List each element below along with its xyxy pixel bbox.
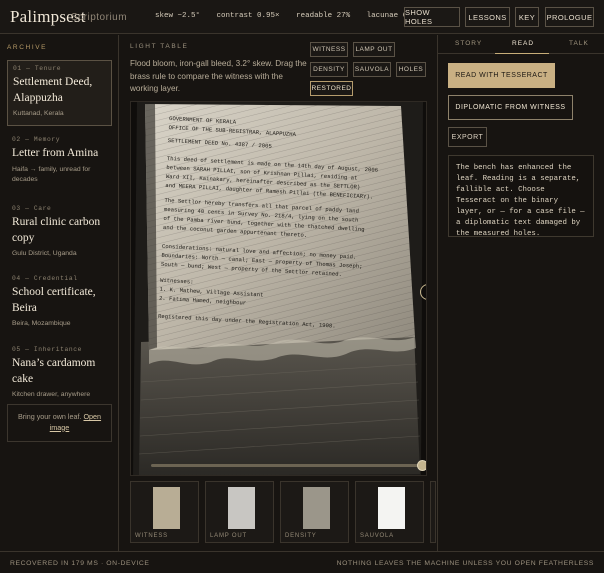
thumb-label: H [435, 533, 436, 539]
thumb-page [378, 487, 405, 529]
archive-item-school-certificate[interactable]: 04 — Credential School certificate, Beir… [7, 275, 112, 329]
byo-text: Bring your own leaf. [17, 412, 82, 421]
archive-label: ARCHIVE [7, 44, 48, 51]
read-with-tesseract-button[interactable]: READ WITH TESSERACT [448, 63, 555, 88]
item-kicker: 01 — Tenure [13, 65, 62, 72]
stat-readable: readable 27% [296, 12, 351, 20]
item-title: Nana’s cardamom cake [12, 357, 96, 385]
status-privacy: NOTHING LEAVES THE MACHINE UNLESS YOU OP… [336, 560, 594, 567]
item-kicker: 04 — Credential [12, 275, 78, 282]
archive-item-settlement-deed[interactable]: 01 — Tenure Settlement Deed, Alappuzha K… [7, 60, 112, 126]
thumb-label: LAMP OUT [210, 533, 247, 539]
active-tab-indicator [495, 53, 549, 54]
item-kicker: 05 — Inheritance [12, 346, 83, 353]
brass-rule-handle[interactable] [417, 460, 426, 471]
stat-lacunae: lacunae 6 [366, 12, 408, 20]
panel-tabs: STORY READ TALK [438, 35, 604, 54]
thumb-page [303, 487, 330, 529]
bring-your-own-leaf: Bring your own leaf. Open image [7, 404, 112, 442]
item-title: School certificate, Beira [12, 286, 96, 314]
thumb-holes[interactable]: H [430, 481, 436, 543]
item-meta: Haifa → family, unread for decades [12, 165, 91, 183]
thumb-label: DENSITY [285, 533, 317, 539]
chip-restored[interactable]: RESTORED [310, 81, 353, 96]
item-meta: Kitchen drawer, anywhere [12, 391, 91, 398]
show-holes-button[interactable]: SHOW HOLES [404, 7, 460, 27]
layer-thumbnails: WITNESS LAMP OUT DENSITY SAUVOLA H [130, 481, 436, 543]
thumb-page [153, 487, 180, 529]
tab-story[interactable]: STORY [455, 40, 482, 47]
diplomatic-from-witness-button[interactable]: DIPLOMATIC FROM WITNESS [448, 95, 573, 120]
brand-subtitle: Scriptorium [71, 12, 128, 23]
item-title: Rural clinic carbon copy [12, 216, 101, 244]
thumb-witness[interactable]: WITNESS [130, 481, 199, 543]
item-meta: Kuttanad, Kerala [13, 110, 64, 117]
thumb-lamp-out[interactable]: LAMP OUT [205, 481, 274, 543]
key-button[interactable]: KEY [515, 7, 539, 27]
stats-readout: skew −2.5° contrast 0.95× readable 27% l… [155, 12, 419, 20]
chip-holes[interactable]: HOLES [396, 62, 426, 77]
tab-talk[interactable]: TALK [569, 40, 589, 47]
light-table: LIGHT TABLE Flood bloom, iron-gall bleed… [120, 35, 436, 551]
item-meta: Gulu District, Uganda [12, 250, 77, 257]
light-table-description: Flood bloom, iron-gall bleed, 3.2° skew.… [130, 59, 307, 93]
document-image: GOVERNMENT OF KERALAOFFICE OF THE SUB-RE… [133, 102, 423, 475]
item-kicker: 02 — Memory [12, 136, 61, 143]
status-recovered: RECOVERED IN 179 MS · ON-DEVICE [10, 560, 150, 567]
stat-skew: skew −2.5° [155, 12, 201, 20]
item-meta: Beira, Mozambique [12, 320, 71, 327]
thumb-sauvola[interactable]: SAUVOLA [355, 481, 424, 543]
stat-contrast: contrast 0.95× [216, 12, 280, 20]
thumb-label: SAUVOLA [360, 533, 394, 539]
chip-density[interactable]: DENSITY [310, 62, 348, 77]
reading-note: The bench has enhanced the leaf. Reading… [448, 155, 594, 238]
brass-rule-track[interactable] [151, 464, 423, 467]
thumb-page [228, 487, 255, 529]
light-table-label: LIGHT TABLE [130, 43, 189, 50]
reading-panel: STORY READ TALK READ WITH TESSERACT DIPL… [437, 35, 604, 551]
item-title: Settlement Deed, Alappuzha [13, 76, 93, 104]
thumb-label: WITNESS [135, 533, 168, 539]
chip-lamp-out[interactable]: LAMP OUT [353, 42, 395, 57]
item-kicker: 03 — Care [12, 205, 52, 212]
document-stage[interactable]: GOVERNMENT OF KERALA OFFICE OF THE SUB-RE… [130, 101, 427, 476]
archive-item-letter-from-amina[interactable]: 02 — Memory Letter from Amina Haifa → fa… [7, 136, 112, 185]
archive-item-cardamom-cake[interactable]: 05 — Inheritance Nana’s cardamom cake Ki… [7, 346, 112, 400]
status-footer: RECOVERED IN 179 MS · ON-DEVICE NOTHING … [0, 551, 604, 573]
archive-item-clinic-carbon-copy[interactable]: 03 — Care Rural clinic carbon copy Gulu … [7, 205, 112, 259]
chip-witness[interactable]: WITNESS [310, 42, 348, 57]
prologue-button[interactable]: PROLOGUE [545, 7, 594, 27]
tab-read[interactable]: READ [512, 40, 534, 47]
chip-sauvola[interactable]: SAUVOLA [353, 62, 391, 77]
export-button[interactable]: EXPORT [448, 127, 487, 147]
top-bar: Palimpsest Scriptorium skew −2.5° contra… [0, 0, 604, 34]
archive-sidebar: ARCHIVE 01 — Tenure Settlement Deed, Ala… [0, 35, 119, 551]
lessons-button[interactable]: LESSONS [465, 7, 510, 27]
item-title: Letter from Amina [12, 147, 99, 159]
thumb-density[interactable]: DENSITY [280, 481, 349, 543]
